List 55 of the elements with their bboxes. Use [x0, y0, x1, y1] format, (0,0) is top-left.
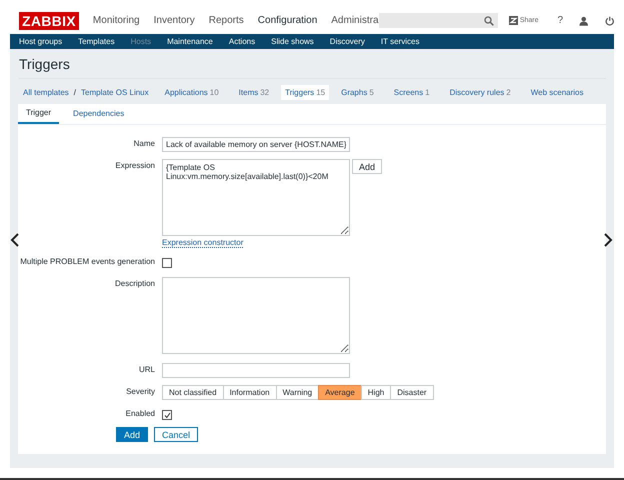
- severity-option[interactable]: Warning: [276, 385, 320, 400]
- sub-menu-item[interactable]: Discovery: [330, 36, 365, 46]
- severity-option[interactable]: Not classified: [162, 385, 224, 400]
- severity-option[interactable]: Information: [222, 385, 277, 400]
- sub-menu-item[interactable]: Templates: [78, 36, 115, 46]
- add-button[interactable]: Add: [116, 427, 148, 442]
- breadcrumb-link[interactable]: All templates: [23, 88, 69, 96]
- object-tab[interactable]: Web scenarios: [526, 84, 588, 100]
- breadcrumb-separator: /: [74, 88, 76, 96]
- share-logo-icon: [508, 16, 518, 26]
- menu-item[interactable]: Administra: [331, 15, 379, 26]
- sub-menu-item[interactable]: IT services: [380, 36, 420, 46]
- menu-item[interactable]: Monitoring: [92, 15, 140, 26]
- add-button[interactable]: Add: [352, 159, 382, 174]
- severity-option[interactable]: Average: [318, 385, 362, 400]
- object-tab[interactable]: Screens 1: [390, 84, 434, 100]
- field-label: Expression: [114, 160, 155, 172]
- menu-item[interactable]: Inventory: [154, 15, 195, 26]
- cancel-button[interactable]: Cancel: [154, 427, 198, 442]
- expression-field[interactable]: {Template OS Linux:vm.memory.size[available].last(0)}<20M: [162, 159, 350, 236]
- menu-item[interactable]: Configuration: [258, 15, 318, 26]
- field-label: Enabled: [124, 408, 155, 420]
- power-icon[interactable]: [604, 16, 614, 26]
- sub-menu-item[interactable]: Slide shows: [271, 36, 314, 46]
- page-title: Triggers: [19, 56, 606, 79]
- logo[interactable]: ZABBIX: [19, 12, 79, 30]
- search-icon: [484, 16, 494, 26]
- expression-constructor-link[interactable]: Expression constructor: [162, 238, 244, 248]
- sub-menu-item[interactable]: Actions: [228, 36, 256, 46]
- checkbox[interactable]: [162, 410, 172, 420]
- form-tab[interactable]: Dependencies: [65, 109, 132, 124]
- user-icon[interactable]: [579, 16, 589, 26]
- field-label: Multiple PROBLEM events generation: [19, 256, 155, 268]
- object-tab[interactable]: Items 32: [234, 84, 274, 100]
- form-tab[interactable]: Trigger: [18, 108, 60, 124]
- name-field[interactable]: Lack of available memory on server {HOST.NAME}: [162, 137, 350, 152]
- field-label: Description: [114, 278, 155, 290]
- object-tab[interactable]: Discovery rules 2: [446, 84, 515, 100]
- menu-item[interactable]: Reports: [208, 15, 244, 26]
- url-field[interactable]: [162, 363, 350, 378]
- object-tab[interactable]: Applications 10: [160, 84, 223, 100]
- severity-option[interactable]: Disaster: [390, 385, 434, 400]
- search-field[interactable]: [378, 13, 498, 28]
- sub-menu-item[interactable]: Maintenance: [167, 36, 213, 46]
- severity-option[interactable]: High: [360, 385, 392, 400]
- help-link[interactable]: ?: [558, 15, 564, 26]
- object-tab[interactable]: Triggers 15: [281, 84, 330, 100]
- object-tab[interactable]: Graphs 5: [337, 84, 378, 100]
- sub-menu-item[interactable]: Host groups: [19, 36, 62, 46]
- field-label: Name: [132, 138, 155, 150]
- breadcrumb-link[interactable]: Template OS Linux: [81, 88, 149, 96]
- field-label: URL: [138, 364, 155, 376]
- description-field[interactable]: [162, 277, 350, 354]
- checkbox[interactable]: [162, 258, 172, 268]
- field-label: Severity: [125, 386, 155, 398]
